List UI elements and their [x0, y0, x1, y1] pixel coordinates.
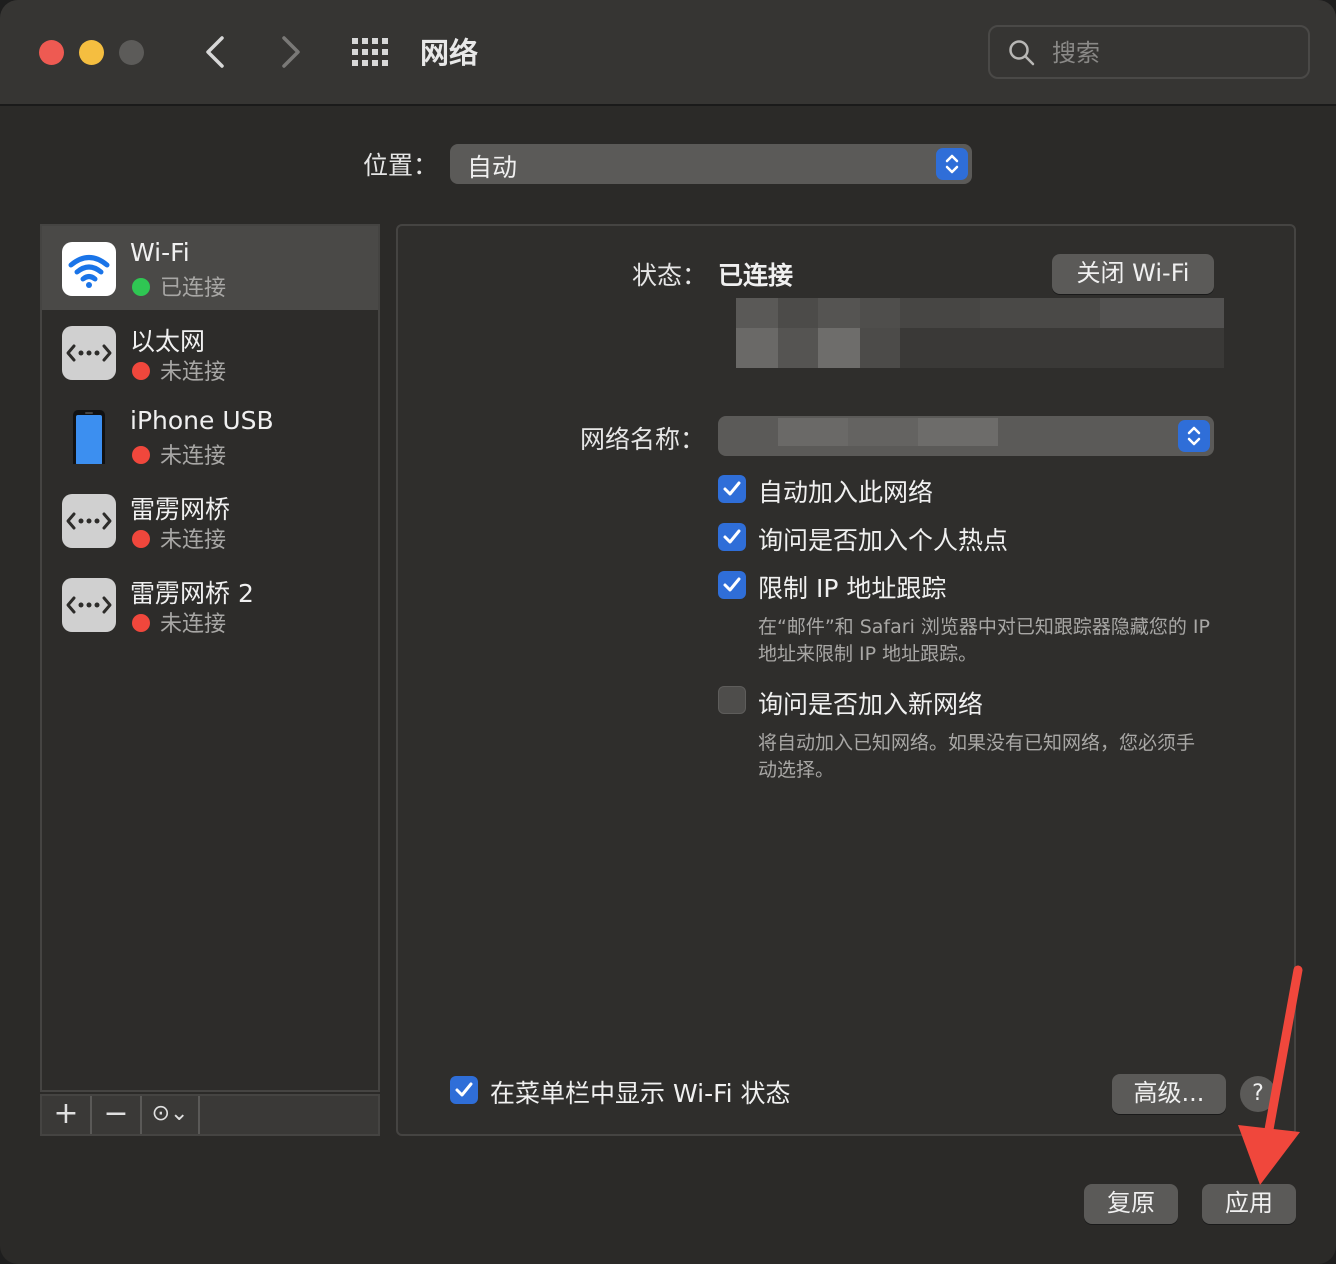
show-wifi-in-menubar-label: 在菜单栏中显示 Wi-Fi 状态	[490, 1079, 791, 1108]
service-name: Wi-Fi	[130, 238, 190, 267]
service-list-toolbar: + − ⊙⌄	[40, 1094, 380, 1136]
new-network-note-line2: 动选择。	[758, 759, 835, 781]
title-bar: 网络	[0, 0, 1336, 106]
limit-ip-tracking-label: 限制 IP 地址跟踪	[758, 574, 947, 603]
action-menu-button[interactable]: ⊙⌄	[142, 1096, 200, 1134]
new-network-note-line1: 将自动加入已知网络。如果没有已知网络，您必须手	[758, 732, 1196, 754]
ask-hotspot-label: 询问是否加入个人热点	[758, 526, 1009, 555]
status-dot-green	[132, 278, 150, 296]
chevron-right-icon	[282, 36, 300, 68]
network-preferences-window: 网络 位置： 自动 Wi-Fi	[0, 0, 1336, 1264]
service-status: 已连接	[160, 276, 227, 301]
ask-new-networks-label: 询问是否加入新网络	[758, 690, 984, 719]
location-value: 自动	[467, 153, 518, 182]
zoom-window-button[interactable]	[119, 40, 144, 65]
status-value: 已连接	[718, 261, 794, 290]
auto-join-label: 自动加入此网络	[758, 478, 934, 507]
network-name-stepper	[1178, 420, 1210, 452]
service-status: 未连接	[160, 444, 227, 469]
limit-ip-tracking-checkbox[interactable]	[718, 571, 746, 599]
show-all-button[interactable]	[352, 38, 390, 66]
search-icon	[1009, 40, 1035, 66]
service-item-ethernet[interactable]: 以太网 未连接	[42, 310, 378, 394]
close-window-button[interactable]	[39, 40, 64, 65]
apply-button[interactable]: 应用	[1202, 1184, 1296, 1224]
service-list: Wi-Fi 已连接 以太网 未连接 iPhone USB 未连接 雷雳网桥 未连…	[40, 224, 380, 1092]
service-name: 雷雳网桥 2	[130, 579, 254, 608]
ethernet-icon	[62, 326, 116, 380]
revert-button[interactable]: 复原	[1084, 1184, 1178, 1224]
annotation-arrow-icon	[1238, 965, 1303, 1185]
service-item-thunderbolt-bridge[interactable]: 雷雳网桥 未连接	[42, 478, 378, 562]
minimize-window-button[interactable]	[79, 40, 104, 65]
remove-service-button[interactable]: −	[92, 1096, 142, 1134]
status-dot-red	[132, 446, 150, 464]
location-label: 位置：	[363, 151, 439, 180]
checkmark-icon	[723, 481, 741, 496]
ethernet-icon	[62, 578, 116, 632]
turn-off-wifi-button[interactable]: 关闭 Wi-Fi	[1052, 254, 1214, 294]
redacted-status-detail	[736, 298, 1224, 368]
chevron-left-icon	[206, 36, 224, 68]
ask-hotspot-checkbox[interactable]	[718, 523, 746, 551]
grid-icon	[352, 38, 388, 66]
add-service-button[interactable]: +	[42, 1096, 92, 1134]
status-dot-red	[132, 614, 150, 632]
service-status: 未连接	[160, 360, 227, 385]
network-name-label: 网络名称：	[580, 425, 706, 454]
show-wifi-in-menubar-checkbox[interactable]	[450, 1076, 478, 1104]
checkmark-icon	[455, 1082, 473, 1097]
ip-tracking-note-line1: 在“邮件”和 Safari 浏览器中对已知跟踪器隐藏您的 IP	[758, 616, 1210, 638]
service-name: 雷雳网桥	[130, 495, 231, 524]
ethernet-icon	[62, 494, 116, 548]
status-dot-red	[132, 362, 150, 380]
advanced-button[interactable]: 高级...	[1112, 1074, 1226, 1114]
checkmark-icon	[723, 529, 741, 544]
location-select[interactable]: 自动	[450, 144, 972, 184]
service-status: 未连接	[160, 612, 227, 637]
wifi-icon	[62, 242, 116, 296]
ask-new-networks-checkbox[interactable]	[718, 686, 746, 714]
search-input[interactable]	[1050, 35, 1294, 71]
service-name: 以太网	[130, 327, 206, 356]
ip-tracking-note-line2: 地址来限制 IP 地址跟踪。	[758, 643, 978, 665]
up-down-chevron-icon	[945, 154, 959, 174]
search-field[interactable]	[988, 25, 1310, 79]
service-item-iphone-usb[interactable]: iPhone USB 未连接	[42, 394, 378, 478]
service-status: 未连接	[160, 528, 227, 553]
auto-join-checkbox[interactable]	[718, 475, 746, 503]
checkmark-icon	[723, 577, 741, 592]
iphone-icon	[73, 410, 105, 464]
up-down-chevron-icon	[1187, 426, 1201, 446]
service-item-thunderbolt-bridge-2[interactable]: 雷雳网桥 2 未连接	[42, 562, 378, 646]
service-name: iPhone USB	[130, 406, 274, 435]
redacted-network-name	[778, 418, 998, 446]
window-title: 网络	[420, 36, 479, 70]
back-button[interactable]	[196, 30, 236, 74]
forward-button[interactable]	[270, 30, 310, 74]
status-label: 状态：	[632, 261, 708, 290]
status-dot-red	[132, 530, 150, 548]
service-item-wifi[interactable]: Wi-Fi 已连接	[42, 226, 378, 310]
location-stepper	[936, 148, 968, 180]
network-name-select[interactable]	[718, 416, 1214, 456]
